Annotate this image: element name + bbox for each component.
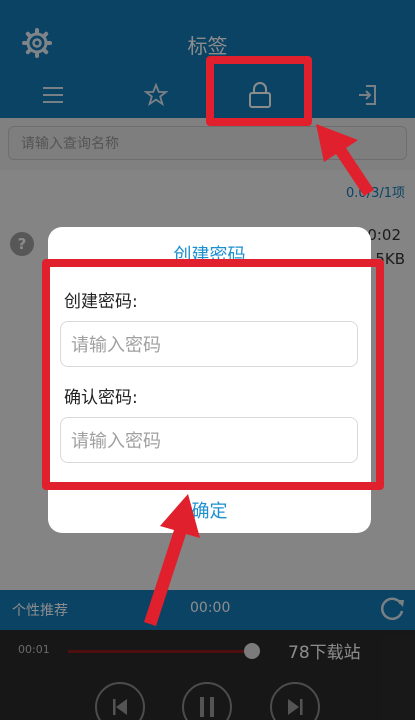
app-screen: 标签 请输入查询名称 0.0/3/1项 ? 0:02 5KB 个性推荐 00:0…	[0, 0, 415, 720]
lock-tab-highlight	[206, 56, 312, 126]
arrow-to-lock-icon	[316, 124, 374, 196]
password-fields-highlight	[42, 259, 384, 490]
arrow-to-confirm-button	[144, 494, 200, 626]
